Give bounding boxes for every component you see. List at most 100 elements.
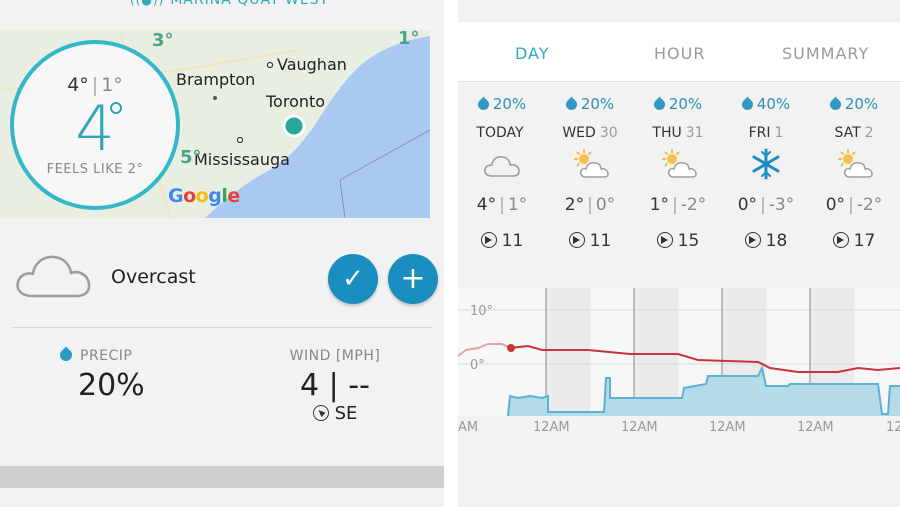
cloud-icon <box>16 255 91 298</box>
wind-direction-icon <box>312 405 329 421</box>
snowflake-icon <box>722 147 810 183</box>
wind-direction-icon <box>480 232 497 248</box>
condition-label: Overcast <box>111 266 196 288</box>
precip-value: 20% <box>78 368 145 403</box>
graph-y-label: 10° <box>470 304 494 319</box>
bottom-bar <box>0 466 444 488</box>
day-precip: 20% <box>844 95 879 113</box>
wind-direction-icon <box>832 232 849 248</box>
day-column[interactable]: 20% WED 30 2° | 0° 11 <box>546 95 634 251</box>
graph-canvas <box>458 288 900 417</box>
day-date: 31 <box>685 125 704 141</box>
tab-day[interactable]: DAY <box>515 44 550 63</box>
cloud-icon <box>458 147 546 183</box>
graph-x-label: 12 <box>886 420 900 435</box>
app-root: ((●)) MARINA QUAY WEST Brampton Vaughan T… <box>0 0 900 507</box>
graph-x-label: 12AM <box>621 420 658 435</box>
confirm-location-button[interactable]: ✓ <box>328 254 378 304</box>
tab-hour[interactable]: HOUR <box>654 44 705 63</box>
map-temp-marker: 5° <box>180 147 202 168</box>
forecast-tabs: DAY HOUR SUMMARY <box>458 22 900 82</box>
tab-summary[interactable]: SUMMARY <box>782 44 869 63</box>
wind-direction-icon <box>656 232 673 248</box>
precip-block: PRECIP 20% <box>57 346 220 403</box>
day-precip: 20% <box>668 95 703 113</box>
day-wind: 11 <box>501 231 524 251</box>
map-temp-marker: 3° <box>152 30 174 51</box>
map-place-brampton: Brampton <box>176 70 256 89</box>
wind-direction: SE <box>334 403 358 424</box>
precip-label: PRECIP <box>80 348 133 364</box>
forecast-panel: DAY HOUR SUMMARY 20% TODAY 4° | 1° 11 20% … <box>458 0 900 507</box>
forecast-graph[interactable]: 10° 0° AM 12AM 12AM 12AM 12AM 12 <box>458 288 900 438</box>
condition-row: Overcast ✓ + <box>0 240 444 310</box>
day-wind: 18 <box>765 231 788 251</box>
day-low: -2° <box>680 195 707 215</box>
day-date: 2 <box>864 125 874 141</box>
day-wind: 17 <box>853 231 876 251</box>
day-name: WED <box>562 125 596 141</box>
day-column[interactable]: 20% SAT 2 0° | -2° 17 <box>810 95 898 251</box>
raindrop-icon <box>57 346 75 364</box>
map-place-mississauga: Mississauga <box>194 150 290 169</box>
raindrop-icon <box>739 96 756 113</box>
day-high: 2° <box>564 195 585 215</box>
wind-value: 4 | -- <box>300 368 370 403</box>
day-low: 0° <box>595 195 616 215</box>
current-temp-circle: 4° | 1° 4 FEELS LIKE 2° <box>10 40 180 210</box>
day-column[interactable]: 20% TODAY 4° | 1° 11 <box>458 95 546 251</box>
daily-forecast: 20% TODAY 4° | 1° 11 20% WED 30 2° | 0° 11 <box>458 95 900 285</box>
graph-y-label: 0° <box>470 358 485 373</box>
wind-direction-icon <box>744 232 761 248</box>
day-column[interactable]: 40% FRI 1 0° | -3° 18 <box>722 95 810 251</box>
day-low: 1° <box>507 195 528 215</box>
location-header[interactable]: ((●)) MARINA QUAY WEST <box>130 0 329 8</box>
degree-symbol <box>110 102 122 114</box>
day-low: -2° <box>856 195 883 215</box>
current-conditions-panel: ((●)) MARINA QUAY WEST Brampton Vaughan T… <box>0 0 444 507</box>
map-place-toronto: Toronto <box>266 92 326 111</box>
day-low: -3° <box>768 195 795 215</box>
raindrop-icon <box>475 96 492 113</box>
day-name: TODAY <box>476 125 524 141</box>
add-location-button[interactable]: + <box>388 254 438 304</box>
day-name: SAT <box>834 125 861 141</box>
location-name: MARINA QUAY WEST <box>170 0 330 8</box>
location-signal-icon: ((●)) <box>130 0 165 7</box>
day-precip: 40% <box>756 95 791 113</box>
wind-label: WIND [MPH] <box>289 348 381 364</box>
partly-sunny-icon <box>546 147 634 183</box>
graph-x-label: 12AM <box>709 420 746 435</box>
raindrop-icon <box>651 96 668 113</box>
day-name: FRI <box>748 125 771 141</box>
day-high: 4° <box>476 195 497 215</box>
day-high: 1° <box>649 195 670 215</box>
map-place-vaughan: Vaughan <box>277 55 347 74</box>
raindrop-icon <box>563 96 580 113</box>
google-logo: Google <box>168 185 240 207</box>
day-date: 1 <box>774 125 784 141</box>
partly-sunny-icon <box>634 147 722 183</box>
day-precip: 20% <box>580 95 615 113</box>
wind-block: WIND [MPH] 4 | -- SE <box>280 348 390 424</box>
map-temp-marker: 1° <box>398 30 420 49</box>
check-icon: ✓ <box>342 264 364 294</box>
graph-x-label: 12AM <box>533 420 570 435</box>
day-date: 30 <box>599 125 618 141</box>
graph-x-label: AM <box>458 420 479 435</box>
day-high: 0° <box>737 195 758 215</box>
day-wind: 11 <box>589 231 612 251</box>
plus-icon: + <box>400 261 426 296</box>
feels-like: FEELS LIKE 2° <box>46 162 144 177</box>
wind-direction-icon <box>568 232 585 248</box>
graph-x-label: 12AM <box>797 420 834 435</box>
day-column[interactable]: 20% THU 31 1° | -2° 15 <box>634 95 722 251</box>
divider <box>12 327 432 328</box>
day-name: THU <box>652 125 682 141</box>
day-high: 0° <box>825 195 846 215</box>
raindrop-icon <box>827 96 844 113</box>
day-precip: 20% <box>492 95 527 113</box>
current-temp: 4 <box>14 92 176 165</box>
day-wind: 15 <box>677 231 700 251</box>
partly-sunny-icon <box>810 147 898 183</box>
